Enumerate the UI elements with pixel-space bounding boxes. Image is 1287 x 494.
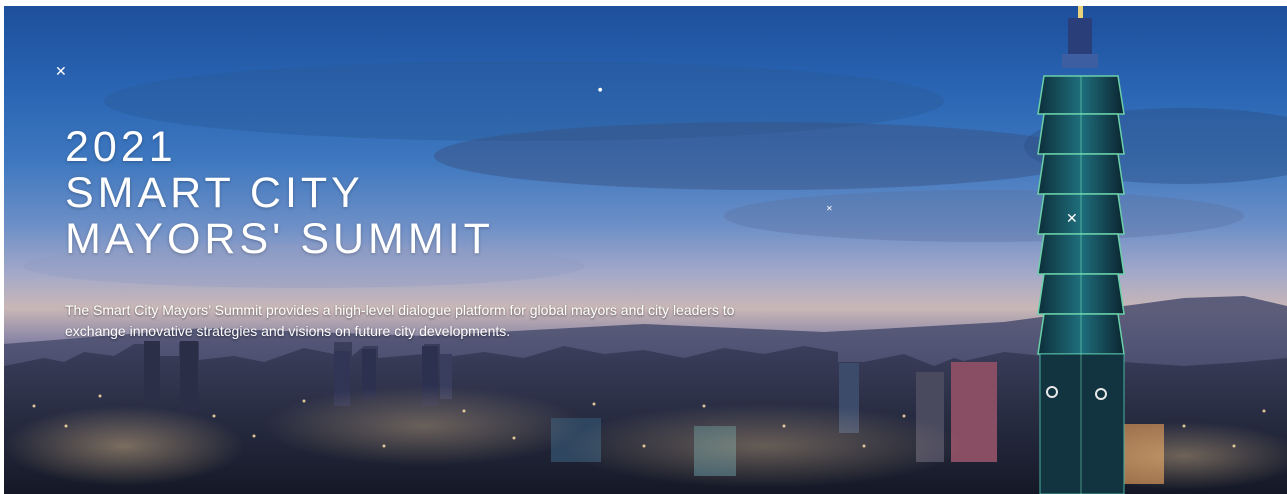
hero-title-line-2: SMART CITY [65,169,364,217]
sparkle-icon: ✕ [1066,211,1078,227]
hero-title: 2021 SMART CITY MAYORS' SUMMIT [65,124,825,262]
hero-title-year: 2021 [65,123,177,171]
hero-content: 2021 SMART CITY MAYORS' SUMMIT The Smart… [65,124,825,342]
skyscraper-tower [1037,6,1125,494]
sparkle-icon: ✕ [826,204,833,213]
sparkle-icon: ✕ [55,64,67,80]
sparkle-icon: ● [598,87,603,93]
hero-description: The Smart City Mayors’ Summit provides a… [65,302,735,339]
hero-banner: ✕ ✕ ● ✕ 2021 SMART CITY MAYORS' SUMMIT T… [4,6,1287,494]
hero-title-line-3: MAYORS' SUMMIT [65,215,494,263]
